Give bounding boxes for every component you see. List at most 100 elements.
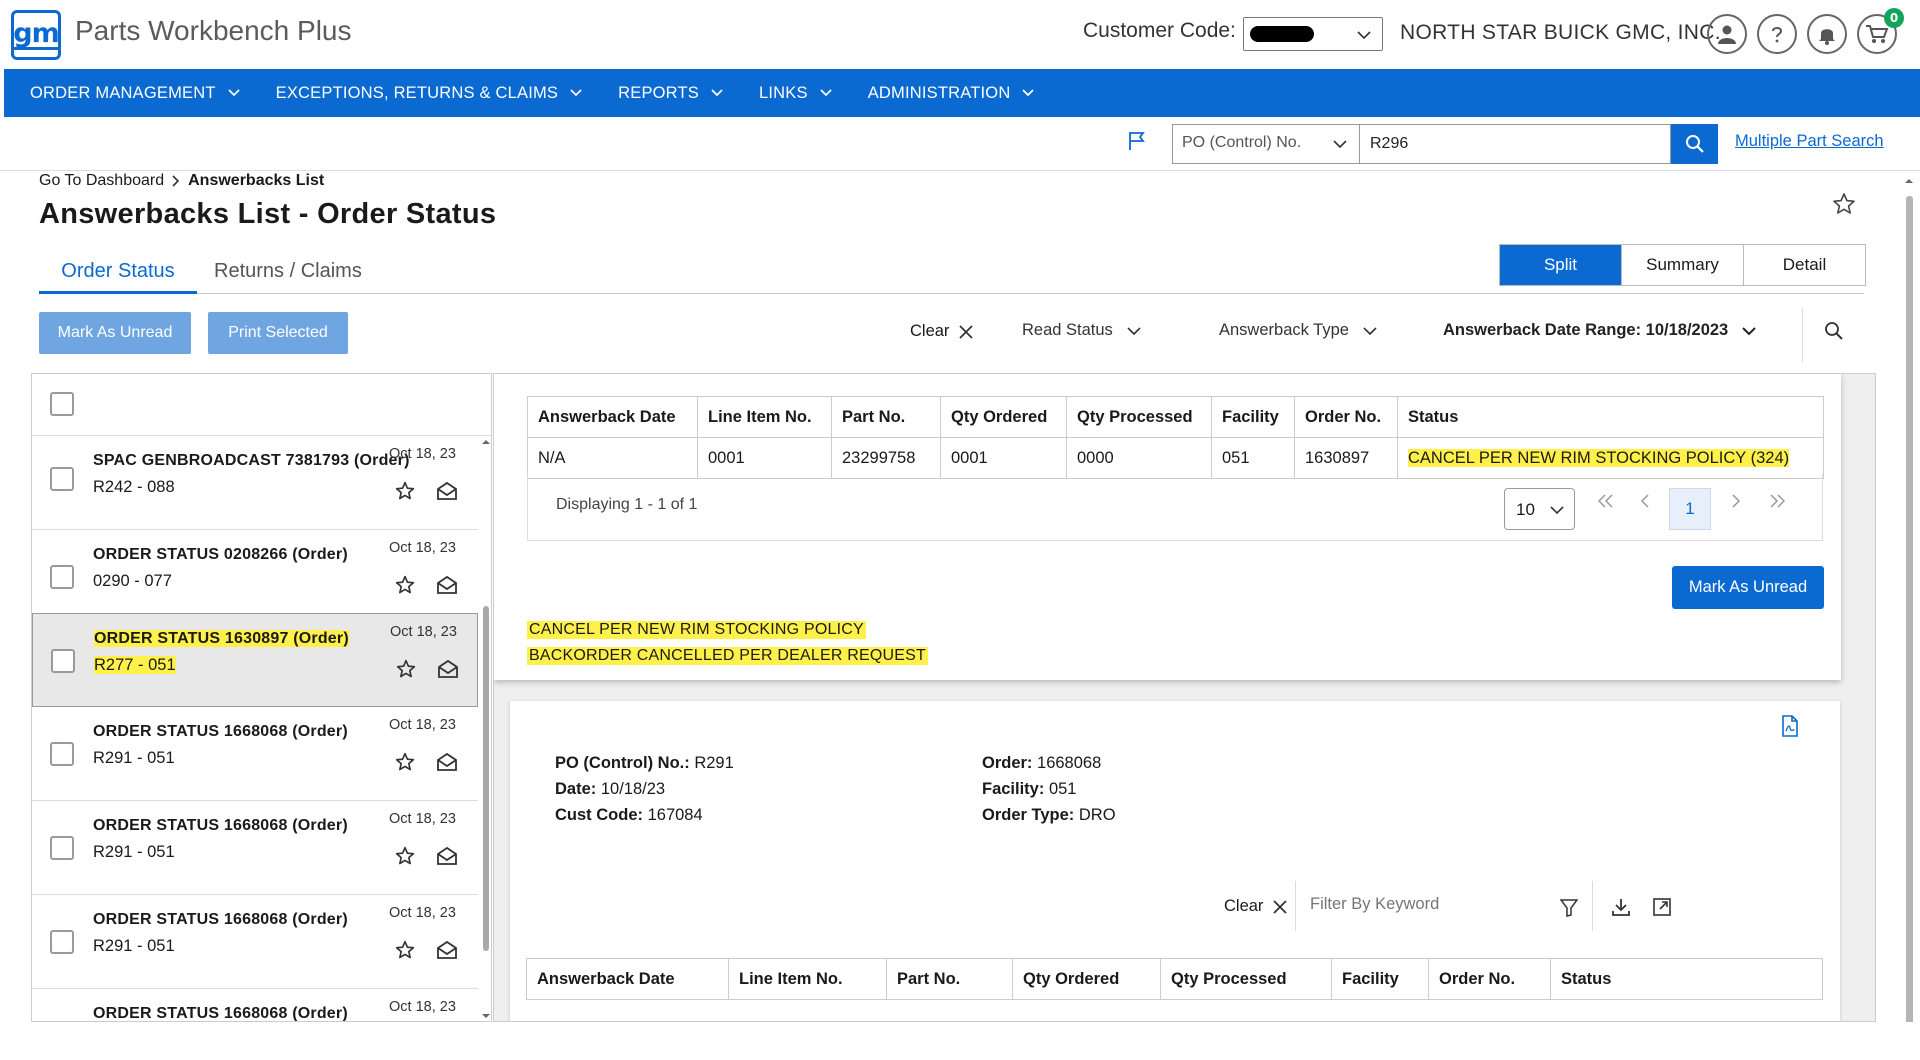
item-date: Oct 18, 23 <box>389 905 456 921</box>
filter-icon[interactable] <box>1560 899 1578 917</box>
envelope-open-icon[interactable] <box>438 659 458 679</box>
col-qty-ordered[interactable]: Qty Ordered <box>940 396 1067 438</box>
list-item[interactable]: ORDER STATUS 1668068 (Order) Oct 18, 23 <box>32 989 478 1021</box>
col-qty-processed[interactable]: Qty Processed <box>1066 396 1212 438</box>
envelope-open-icon[interactable] <box>437 846 457 866</box>
nav-exceptions[interactable]: EXCEPTIONS, RETURNS & CLAIMS <box>276 84 582 103</box>
multiple-part-search-link[interactable]: Multiple Part Search <box>1735 132 1884 151</box>
page-size-value: 10 <box>1516 500 1535 519</box>
item-checkbox[interactable] <box>50 467 74 491</box>
nav-order-management[interactable]: ORDER MANAGEMENT <box>30 84 240 103</box>
item-checkbox[interactable] <box>50 742 74 766</box>
mark-as-unread-button[interactable]: Mark As Unread <box>39 312 191 354</box>
list-item[interactable]: ORDER STATUS 1668068 (Order) R291 - 051 … <box>32 895 478 989</box>
search-button[interactable] <box>1671 124 1718 164</box>
star-icon[interactable] <box>396 659 416 679</box>
nav-administration[interactable]: ADMINISTRATION <box>868 84 1035 103</box>
star-icon[interactable] <box>395 846 415 866</box>
cell-qty-ordered: 0001 <box>940 437 1067 479</box>
last-page-icon[interactable] <box>1769 494 1785 508</box>
view-detail-button[interactable]: Detail <box>1744 245 1865 285</box>
nav-reports[interactable]: REPORTS <box>618 84 723 103</box>
facility-value: 051 <box>1048 780 1077 798</box>
tab-returns-claims[interactable]: Returns / Claims <box>214 260 362 283</box>
window-scrollbar[interactable] <box>1898 171 1920 1036</box>
clear-filter-button[interactable]: Clear <box>1224 897 1288 916</box>
col-line-item[interactable]: Line Item No. <box>728 958 887 1000</box>
col-order-no[interactable]: Order No. <box>1428 958 1551 1000</box>
list-item[interactable]: SPAC GENBROADCAST 7381793 (Order) R242 -… <box>32 436 478 530</box>
search-input[interactable] <box>1359 124 1671 164</box>
envelope-open-icon[interactable] <box>437 752 457 772</box>
detail-mark-unread-button[interactable]: Mark As Unread <box>1672 566 1824 609</box>
page-footer-space <box>0 1022 1920 1060</box>
envelope-open-icon[interactable] <box>437 481 457 501</box>
table-row: N/A 0001 23299758 0001 0000 051 1630897 … <box>527 437 1824 479</box>
tab-order-status[interactable]: Order Status <box>39 260 197 294</box>
item-checkbox[interactable] <box>50 565 74 589</box>
col-facility[interactable]: Facility <box>1211 396 1295 438</box>
favorite-star-icon[interactable] <box>1832 192 1856 216</box>
chevron-down-icon <box>1357 31 1371 40</box>
view-summary-button[interactable]: Summary <box>1622 245 1744 285</box>
chevron-down-icon <box>820 89 832 97</box>
col-part-no[interactable]: Part No. <box>831 396 941 438</box>
profile-button[interactable] <box>1707 14 1747 54</box>
list-item[interactable]: ORDER STATUS 1668068 (Order) R291 - 051 … <box>32 801 478 895</box>
search-icon[interactable] <box>1824 321 1844 341</box>
next-page-icon[interactable] <box>1731 494 1741 508</box>
list-item-selected[interactable]: ORDER STATUS 1630897 (Order) R277 - 051 … <box>32 613 478 707</box>
col-status[interactable]: Status <box>1550 958 1823 1000</box>
col-line-item[interactable]: Line Item No. <box>697 396 832 438</box>
notifications-button[interactable] <box>1807 14 1847 54</box>
print-selected-button[interactable]: Print Selected <box>208 312 348 354</box>
breadcrumb-dashboard[interactable]: Go To Dashboard <box>39 172 164 190</box>
page-size-select[interactable]: 10 <box>1504 488 1575 530</box>
envelope-open-icon[interactable] <box>437 575 457 595</box>
help-button[interactable] <box>1757 14 1797 54</box>
po-info: PO (Control) No.: R291 <box>555 754 734 773</box>
filter-keyword-input[interactable] <box>1302 885 1506 923</box>
pdf-icon[interactable] <box>1781 715 1799 737</box>
breadcrumb: Go To Dashboard Answerbacks List <box>39 172 324 190</box>
search-type-select[interactable]: PO (Control) No. <box>1172 124 1360 164</box>
list-item[interactable]: ORDER STATUS 0208266 (Order) 0290 - 077 … <box>32 530 478 624</box>
list-item[interactable]: ORDER STATUS 1668068 (Order) R291 - 051 … <box>32 707 478 801</box>
star-icon[interactable] <box>395 940 415 960</box>
current-page[interactable]: 1 <box>1669 488 1711 530</box>
col-facility[interactable]: Facility <box>1331 958 1429 1000</box>
envelope-open-icon[interactable] <box>437 940 457 960</box>
expand-icon[interactable] <box>1652 897 1672 917</box>
col-order-no[interactable]: Order No. <box>1294 396 1398 438</box>
nav-label: LINKS <box>759 83 808 102</box>
star-icon[interactable] <box>395 752 415 772</box>
highlighted-subtitle: R277 - 051 <box>94 656 176 674</box>
clear-filters-button[interactable]: Clear <box>910 322 974 341</box>
cell-status: CANCEL PER NEW RIM STOCKING POLICY (324) <box>1398 438 1824 479</box>
read-status-dropdown[interactable]: Read Status <box>1022 321 1141 340</box>
customer-code-label: Customer Code: <box>1083 19 1236 42</box>
customer-code-select[interactable] <box>1243 17 1383 51</box>
col-qty-ordered[interactable]: Qty Ordered <box>1012 958 1161 1000</box>
download-icon[interactable] <box>1611 897 1631 917</box>
first-page-icon[interactable] <box>1598 494 1614 508</box>
col-answerback-date[interactable]: Answerback Date <box>526 958 729 1000</box>
col-qty-processed[interactable]: Qty Processed <box>1160 958 1332 1000</box>
gm-logo[interactable]: gm <box>11 10 61 60</box>
star-icon[interactable] <box>395 575 415 595</box>
list-scrollbar[interactable] <box>479 436 492 1022</box>
item-checkbox[interactable] <box>51 649 75 673</box>
item-checkbox[interactable] <box>50 930 74 954</box>
item-checkbox[interactable] <box>50 836 74 860</box>
col-part-no[interactable]: Part No. <box>886 958 1013 1000</box>
col-answerback-date[interactable]: Answerback Date <box>527 396 698 438</box>
nav-links[interactable]: LINKS <box>759 84 832 103</box>
select-all-checkbox[interactable] <box>50 392 74 416</box>
answerback-type-dropdown[interactable]: Answerback Type <box>1219 321 1377 340</box>
date-range-dropdown[interactable]: Answerback Date Range: 10/18/2023 <box>1443 321 1756 340</box>
view-split-button[interactable]: Split <box>1500 245 1622 285</box>
star-icon[interactable] <box>395 481 415 501</box>
flag-icon[interactable] <box>1128 131 1146 151</box>
col-status[interactable]: Status <box>1397 396 1824 438</box>
prev-page-icon[interactable] <box>1640 494 1650 508</box>
